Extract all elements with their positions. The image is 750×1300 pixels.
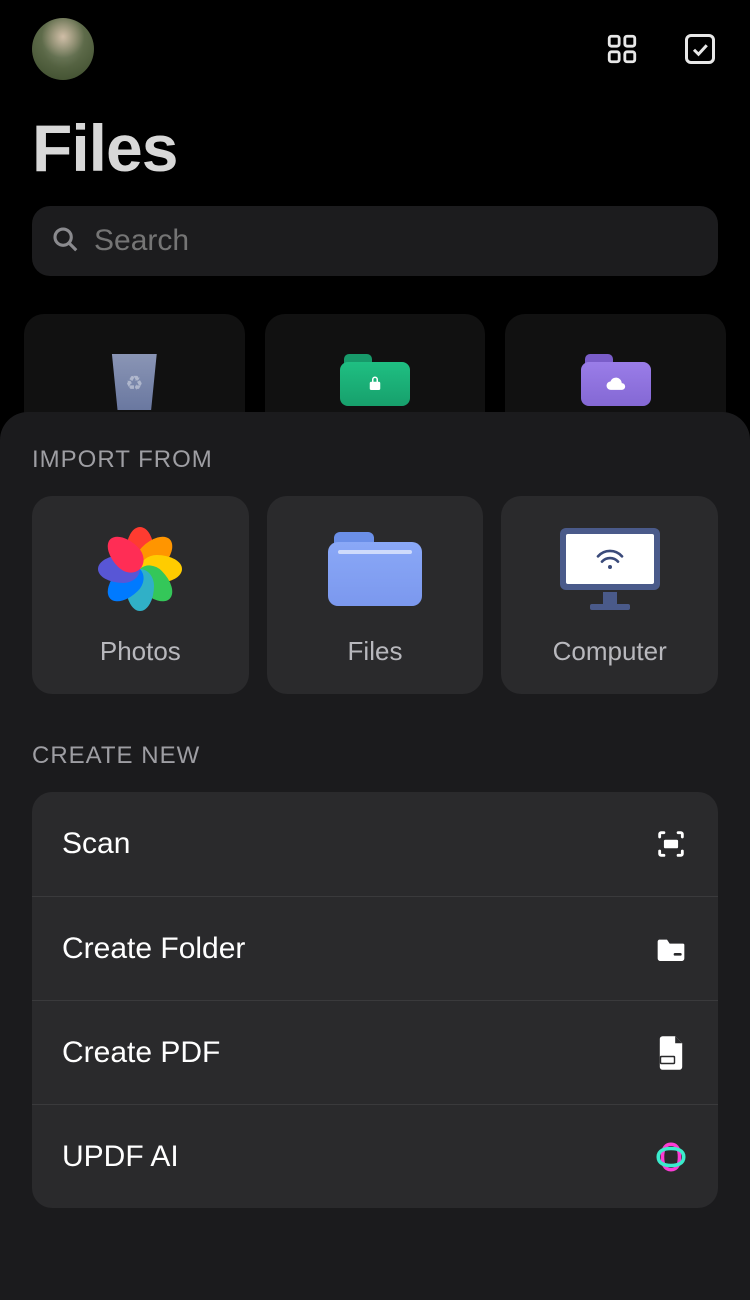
- scan-label: Scan: [62, 827, 130, 861]
- create-pdf-label: Create PDF: [62, 1036, 220, 1070]
- cloud-folder-icon: [581, 354, 651, 406]
- search-input[interactable]: [32, 206, 718, 276]
- folder-icon: [654, 932, 688, 966]
- import-photos-label: Photos: [100, 636, 181, 667]
- recycle-bin-icon: [106, 354, 162, 410]
- scan-button[interactable]: Scan: [32, 792, 718, 896]
- pdf-file-icon: [654, 1036, 688, 1070]
- updf-ai-label: UPDF AI: [62, 1140, 179, 1174]
- import-computer-button[interactable]: Computer: [501, 496, 718, 694]
- import-files-label: Files: [348, 636, 403, 667]
- create-pdf-button[interactable]: Create PDF: [32, 1000, 718, 1104]
- photos-icon: [95, 524, 185, 614]
- search-icon: [50, 224, 80, 259]
- computer-icon: [560, 524, 660, 614]
- create-section-title: CREATE NEW: [32, 742, 718, 770]
- search-field[interactable]: [94, 224, 700, 258]
- import-create-sheet: IMPORT FROM Photos: [0, 412, 750, 1300]
- scan-icon: [654, 827, 688, 861]
- files-folder-icon: [328, 524, 422, 614]
- locked-folder-icon: [340, 354, 410, 406]
- select-icon[interactable]: [682, 31, 718, 67]
- create-folder-button[interactable]: Create Folder: [32, 896, 718, 1000]
- create-folder-label: Create Folder: [62, 932, 245, 966]
- create-list: Scan Create Folder: [32, 792, 718, 1208]
- updf-ai-button[interactable]: UPDF AI: [32, 1104, 718, 1208]
- grid-view-icon[interactable]: [604, 31, 640, 67]
- import-computer-label: Computer: [553, 636, 667, 667]
- import-files-button[interactable]: Files: [267, 496, 484, 694]
- import-section-title: IMPORT FROM: [32, 446, 718, 474]
- import-photos-button[interactable]: Photos: [32, 496, 249, 694]
- page-title: Files: [0, 80, 750, 206]
- updf-ai-icon: [654, 1140, 688, 1174]
- avatar[interactable]: [32, 18, 94, 80]
